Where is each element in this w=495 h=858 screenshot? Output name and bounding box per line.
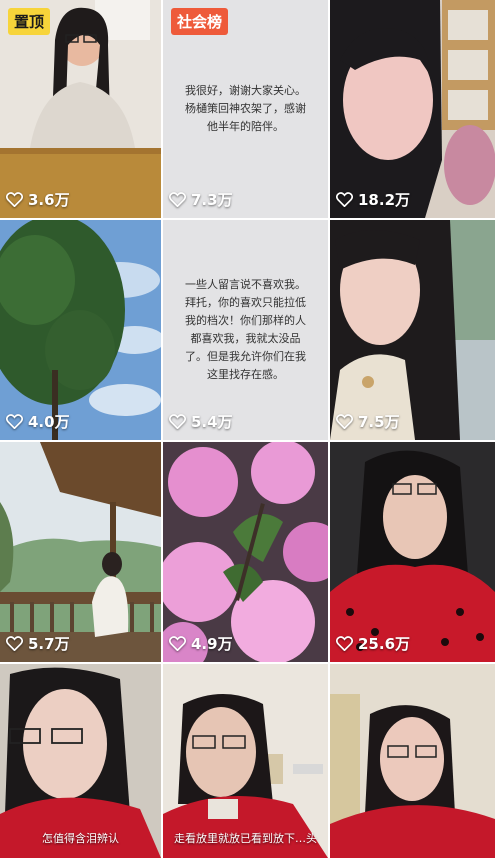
video-thumbnail (0, 442, 161, 662)
video-thumbnail (0, 220, 161, 440)
heart-outline-icon (169, 414, 186, 429)
video-thumbnail (163, 664, 328, 858)
video-thumbnail (330, 442, 495, 662)
video-tile-6[interactable]: 7.5万 (330, 220, 495, 440)
pinned-badge: 置顶 (8, 8, 51, 35)
like-count-value: 3.6万 (28, 191, 70, 209)
like-count-value: 7.3万 (191, 191, 233, 209)
like-count-value: 5.4万 (191, 413, 233, 431)
video-thumbnail (0, 664, 161, 858)
video-tile-1[interactable]: 置顶 3.6万 (0, 0, 161, 218)
social-ranking-badge: 社会榜 (171, 8, 229, 35)
like-count: 18.2万 (336, 189, 410, 210)
text-card-content: 一些人留言说不喜欢我。拜托，你的喜欢只能拉低我的档次！你们那样的人都喜欢我，我就… (185, 278, 306, 381)
heart-outline-icon (169, 636, 186, 651)
video-thumbnail (330, 664, 495, 858)
like-count: 4.9万 (169, 633, 233, 654)
like-count: 5.4万 (169, 411, 233, 432)
like-count-value: 5.7万 (28, 635, 70, 653)
heart-outline-icon (336, 192, 353, 207)
video-tile-9[interactable]: 25.6万 (330, 442, 495, 662)
like-count-value: 7.5万 (358, 413, 400, 431)
video-tile-8[interactable]: 4.9万 (163, 442, 328, 662)
video-tile-12[interactable] (330, 664, 495, 858)
like-count: 5.7万 (6, 633, 70, 654)
text-card-content: 我很好，谢谢大家关心。杨樋策回神农架了，感谢他半年的陪伴。 (185, 84, 306, 133)
video-tile-7[interactable]: 5.7万 (0, 442, 161, 662)
video-thumbnail (330, 0, 495, 218)
video-tile-2[interactable]: 我很好，谢谢大家关心。杨樋策回神农架了，感谢他半年的陪伴。 社会榜 7.3万 (163, 0, 328, 218)
like-count: 7.3万 (169, 189, 233, 210)
like-count: 4.0万 (6, 411, 70, 432)
like-count: 7.5万 (336, 411, 400, 432)
video-tile-4[interactable]: 4.0万 (0, 220, 161, 440)
video-caption: 走看放里就放已看到放下…头 (174, 832, 317, 845)
heart-outline-icon (6, 192, 23, 207)
like-count-value: 18.2万 (358, 191, 411, 209)
like-count-value: 4.9万 (191, 635, 233, 653)
video-caption: 怎值得含泪辨认 (42, 832, 119, 845)
heart-outline-icon (6, 414, 23, 429)
heart-outline-icon (336, 414, 353, 429)
video-thumbnail (163, 442, 328, 662)
video-tile-10[interactable]: 怎值得含泪辨认 (0, 664, 161, 858)
like-count-value: 25.6万 (358, 635, 411, 653)
like-count: 3.6万 (6, 189, 70, 210)
video-tile-3[interactable]: 18.2万 (330, 0, 495, 218)
video-tile-5[interactable]: 一些人留言说不喜欢我。拜托，你的喜欢只能拉低我的档次！你们那样的人都喜欢我，我就… (163, 220, 328, 440)
video-grid: 置顶 3.6万 我很好，谢谢大家关心。杨樋策回神农架了，感谢他半年的陪伴。 社会… (0, 0, 495, 858)
heart-outline-icon (336, 636, 353, 651)
heart-outline-icon (6, 636, 23, 651)
like-count-value: 4.0万 (28, 413, 70, 431)
video-thumbnail (330, 220, 495, 440)
video-tile-11[interactable]: 走看放里就放已看到放下…头 (163, 664, 328, 858)
like-count: 25.6万 (336, 633, 410, 654)
heart-outline-icon (169, 192, 186, 207)
text-card: 一些人留言说不喜欢我。拜托，你的喜欢只能拉低我的档次！你们那样的人都喜欢我，我就… (163, 220, 328, 440)
